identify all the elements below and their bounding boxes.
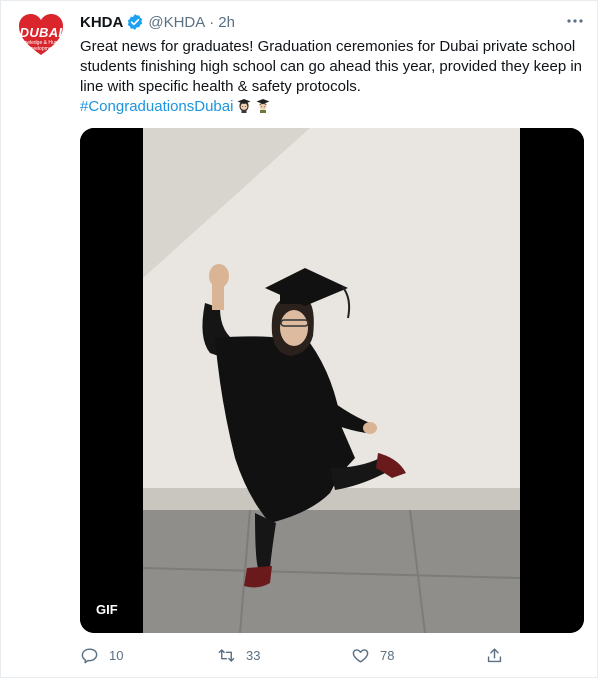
avatar-brand-text: DUBAI [19,25,63,40]
author-name[interactable]: KHDA [80,14,123,31]
reply-button[interactable]: 10 [80,643,123,667]
reply-icon [81,647,98,663]
like-count: 78 [380,647,395,663]
share-icon [487,647,502,662]
hashtag-link[interactable]: #CongraduationsDubai [80,98,233,115]
tweet-media-gif[interactable]: GIF [80,128,584,633]
retweet-icon [218,648,235,662]
share-button[interactable] [485,643,514,667]
verified-badge-icon [128,14,143,30]
woman-student-emoji-icon [237,99,251,113]
tweet-actions: 10 33 78 [80,643,510,667]
gif-badge: GIF [90,600,124,619]
separator-dot: · [209,13,215,31]
tweet-timestamp[interactable]: 2h [218,14,235,31]
retweet-count: 33 [246,647,261,663]
author-avatar[interactable]: DUBAI Knowledge & Human Development [17,11,65,59]
reply-count: 10 [109,647,124,663]
retweet-button[interactable]: 33 [217,643,260,667]
tweet-header: KHDA @KHDA · 2h [80,12,235,32]
heart-icon [352,648,369,663]
man-student-emoji-icon [256,99,270,113]
tweet-text: Great news for graduates! Graduation cer… [80,37,585,117]
avatar-tagline: Knowledge & Human Development [17,40,65,52]
like-button[interactable]: 78 [351,643,394,667]
author-handle[interactable]: @KHDA [148,14,205,31]
more-options-icon[interactable] [565,13,585,29]
gif-frame-graduate [80,128,584,633]
tweet-card[interactable]: DUBAI Knowledge & Human Development KHDA… [0,0,598,678]
tweet-body: Great news for graduates! Graduation cer… [80,38,583,95]
